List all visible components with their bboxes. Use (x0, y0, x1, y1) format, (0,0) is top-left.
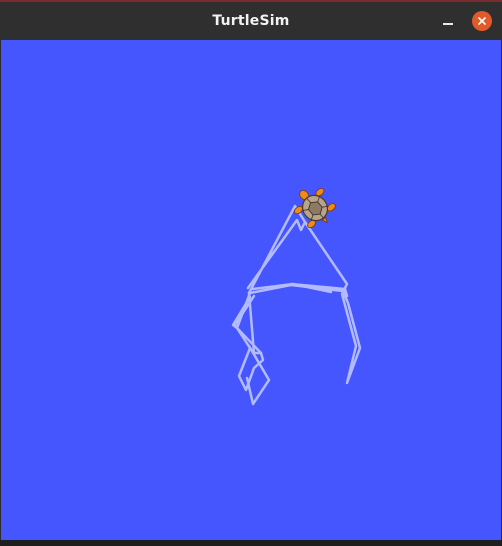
turtlesim-window: TurtleSim (0, 0, 502, 546)
window-title: TurtleSim (212, 12, 290, 29)
window-bottom-border (0, 540, 502, 546)
turtlesim-canvas[interactable] (1, 40, 501, 540)
turtle-trail (231, 204, 362, 406)
close-icon (478, 17, 486, 25)
minimize-icon (443, 23, 453, 25)
title-bar[interactable]: TurtleSim (0, 2, 502, 40)
window-controls (438, 11, 492, 31)
minimize-button[interactable] (438, 11, 458, 31)
drawing-surface (231, 188, 362, 406)
close-button[interactable] (472, 11, 492, 31)
